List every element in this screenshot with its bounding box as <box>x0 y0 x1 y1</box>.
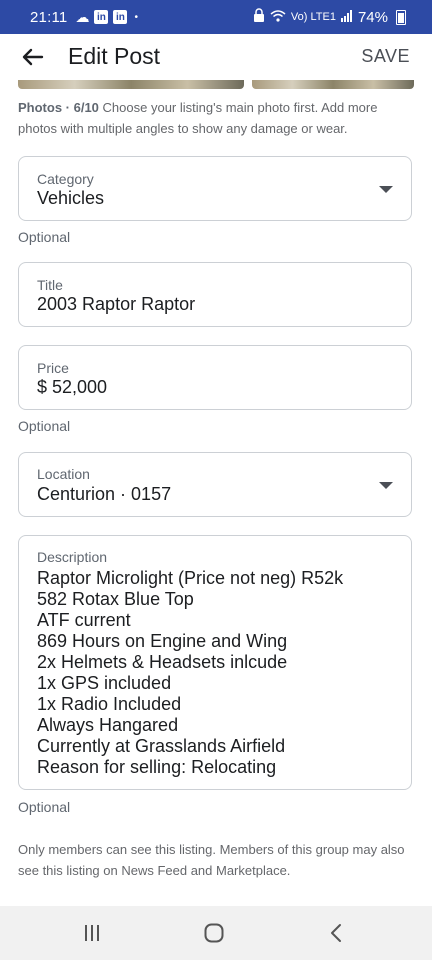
system-icons: Vo) LTE1 74% <box>253 0 406 34</box>
nav-back-icon[interactable] <box>316 921 356 945</box>
description-line: 582 Rotax Blue Top <box>37 589 194 609</box>
description-field[interactable]: Description Raptor Microlight (Price not… <box>18 535 412 790</box>
page-title: Edit Post <box>68 43 161 69</box>
description-line: Always Hangared <box>37 715 179 735</box>
title-field[interactable]: Title 2003 Raptor Raptor <box>18 262 412 327</box>
description-line: Raptor Microlight (Price not neg) R52k <box>37 568 344 588</box>
linkedin-icon-2: in <box>113 10 128 24</box>
price-helper: Optional <box>18 418 71 434</box>
battery-icon <box>396 9 406 25</box>
location-value: Centurion · 0157 <box>37 484 172 504</box>
description-helper: Optional <box>18 799 71 815</box>
notification-dot: • <box>134 11 138 23</box>
description-line: ATF current <box>37 610 131 630</box>
price-field[interactable]: Price $ 52,000 <box>18 345 412 410</box>
category-label: Category <box>37 171 94 187</box>
caret-down-icon <box>379 186 393 193</box>
battery-percent: 74% <box>357 8 388 26</box>
category-helper: Optional <box>18 229 71 245</box>
status-bar: 21:11 ☁ in in • Vo) LTE1 74% <box>0 0 432 34</box>
description-line: Reason for selling: Relocating <box>37 757 277 777</box>
description-label: Description <box>37 549 108 565</box>
description-text: Raptor Microlight (Price not neg) R52k 5… <box>37 568 343 778</box>
signal-icon <box>340 9 353 26</box>
photo-thumbnail[interactable] <box>252 80 414 89</box>
cloud-icon: ☁ <box>75 8 90 25</box>
back-arrow-icon[interactable] <box>20 44 46 70</box>
price-value: $ 52,000 <box>37 377 108 397</box>
description-line: 2x Helmets & Headsets inlcude <box>37 652 288 672</box>
title-label: Title <box>37 277 63 293</box>
status-time: 21:11 <box>30 8 68 26</box>
description-line: 869 Hours on Engine and Wing <box>37 631 288 651</box>
location-select[interactable]: Location Centurion · 0157 <box>18 452 412 517</box>
notification-icons: ☁ in in • <box>75 9 138 26</box>
photos-count-label: Photos · 6/10 <box>18 100 99 115</box>
description-line: 1x Radio Included <box>37 694 182 714</box>
description-line: Currently at Grasslands Airfield <box>37 736 286 756</box>
app-bar: Edit Post SAVE <box>0 34 432 80</box>
photo-thumbnail[interactable] <box>18 80 244 89</box>
home-icon[interactable] <box>194 921 234 945</box>
network-label: Vo) LTE1 <box>290 11 336 23</box>
description-line: 1x GPS included <box>37 673 172 693</box>
location-label: Location <box>37 466 90 482</box>
system-nav-bar <box>0 906 432 960</box>
category-value: Vehicles <box>37 188 105 208</box>
photo-strip[interactable] <box>0 80 432 90</box>
price-label: Price <box>37 360 69 376</box>
visibility-note: Only members can see this listing. Membe… <box>18 842 405 878</box>
caret-down-icon <box>379 482 393 489</box>
wifi-icon <box>270 9 286 26</box>
title-value: 2003 Raptor Raptor <box>37 294 196 314</box>
photos-hint: Photos · 6/10 Choose your listing's main… <box>18 97 414 139</box>
lock-icon <box>253 8 265 26</box>
save-button[interactable]: SAVE <box>361 46 410 67</box>
category-select[interactable]: Category Vehicles <box>18 156 412 221</box>
recents-icon[interactable] <box>72 921 112 945</box>
linkedin-icon: in <box>94 10 109 24</box>
